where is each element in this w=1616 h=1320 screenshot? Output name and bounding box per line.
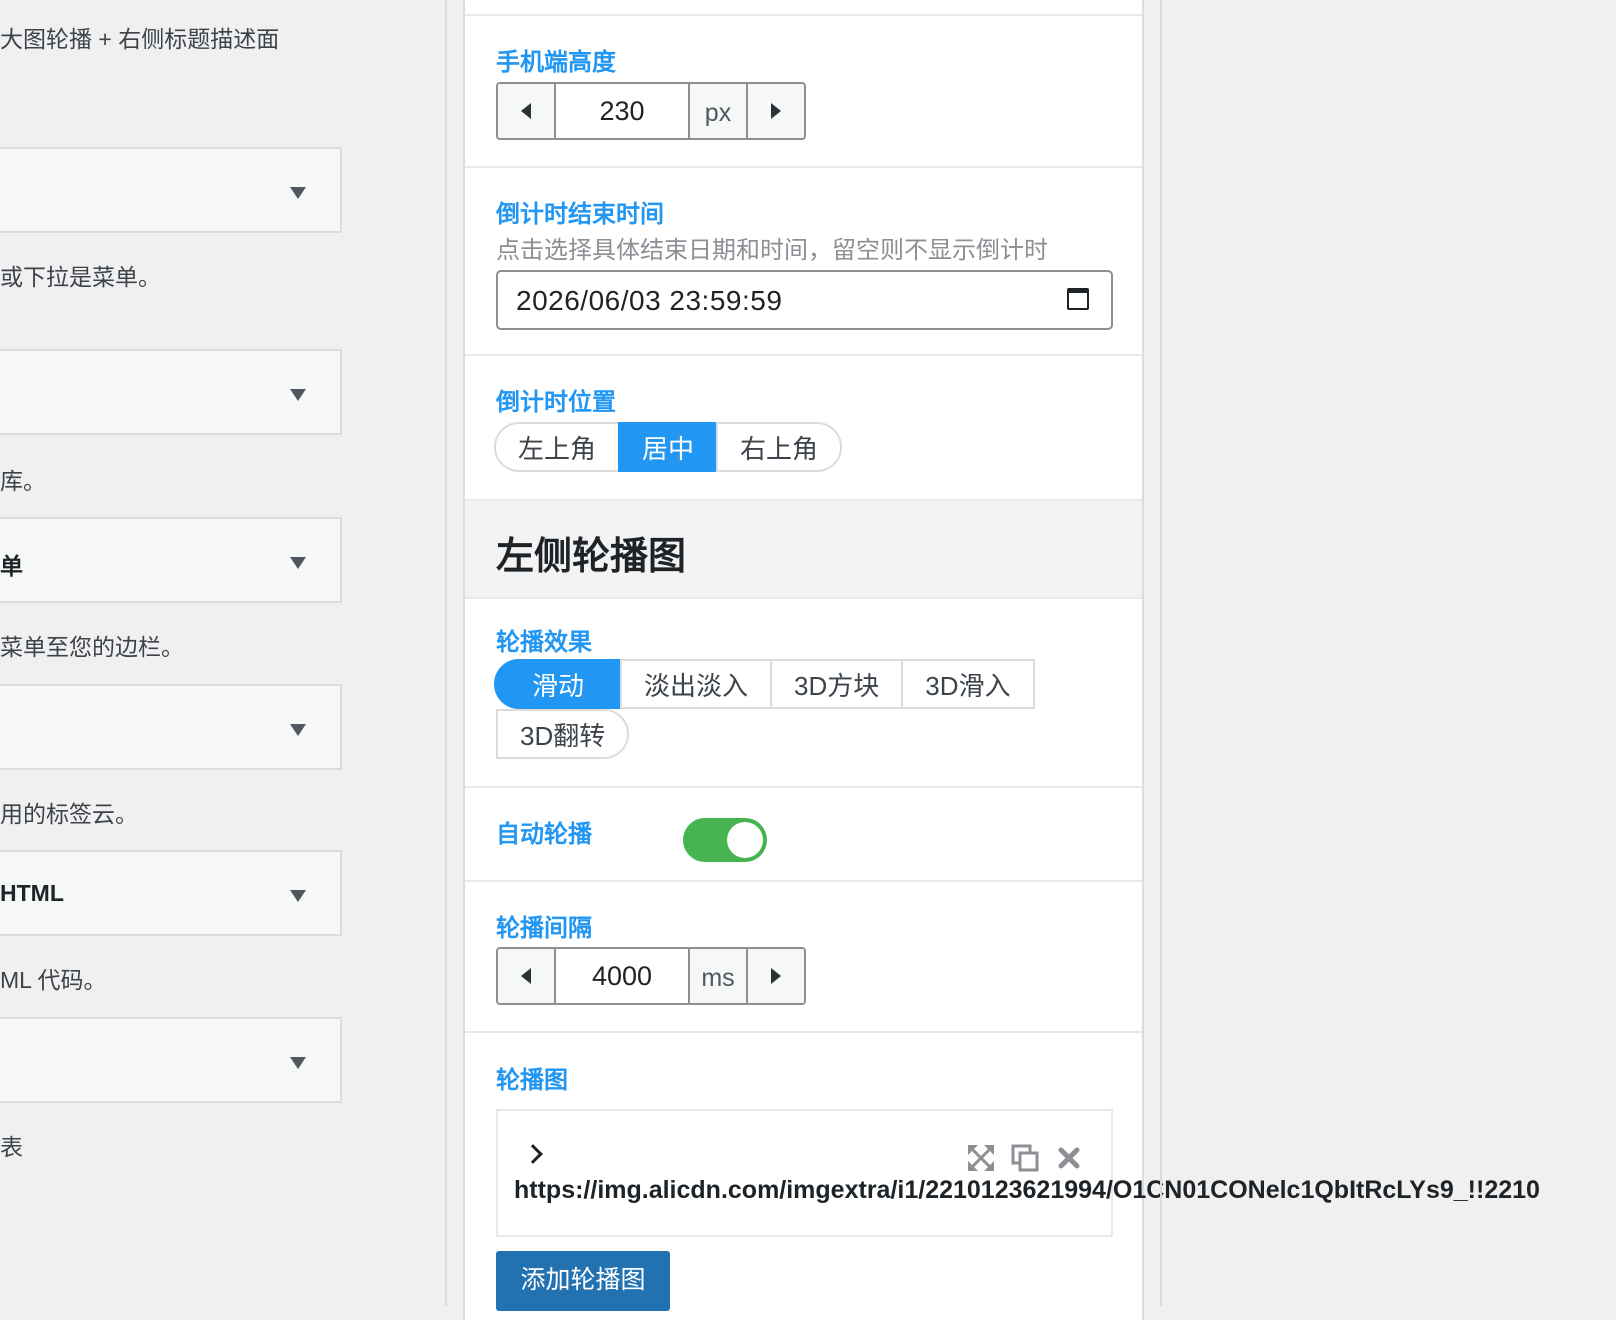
widget-description: ML 代码。 bbox=[0, 967, 107, 993]
divider bbox=[465, 786, 1142, 788]
interval-stepper: 4000 ms bbox=[496, 947, 806, 1005]
widget-item[interactable] bbox=[0, 349, 342, 435]
triangle-right-icon bbox=[771, 103, 781, 119]
position-option-top-left[interactable]: 左上角 bbox=[494, 422, 621, 472]
divider bbox=[465, 166, 1142, 168]
widgets-area: 大图轮播 + 右侧标题描述面 或下拉是菜单。 库。 单 菜单至您的边栏。 用的标… bbox=[0, 0, 445, 1306]
widget-item[interactable] bbox=[0, 1017, 342, 1103]
decrement-button[interactable] bbox=[498, 84, 556, 138]
triangle-right-icon bbox=[771, 968, 781, 984]
unit-label: px bbox=[688, 84, 746, 138]
effect-option-coverflow[interactable]: 3D滑入 bbox=[901, 659, 1035, 709]
effect-option-slide[interactable]: 滑动 bbox=[494, 659, 623, 709]
caret-down-icon[interactable] bbox=[290, 187, 306, 199]
chevron-right-icon[interactable] bbox=[523, 1144, 543, 1164]
divider bbox=[1160, 0, 1162, 1306]
toggle-knob bbox=[727, 822, 763, 858]
countdown-datetime-input[interactable]: 2026/06/03 23:59:59 bbox=[496, 270, 1113, 330]
caret-down-icon[interactable] bbox=[290, 724, 306, 736]
mobile-height-input[interactable]: 230 bbox=[556, 84, 688, 138]
decrement-button[interactable] bbox=[498, 949, 556, 1003]
effect-option-cube[interactable]: 3D方块 bbox=[770, 659, 904, 709]
widget-description: 大图轮播 + 右侧标题描述面 bbox=[0, 26, 280, 52]
divider bbox=[465, 14, 1142, 16]
effect-option-flip[interactable]: 3D翻转 bbox=[496, 709, 630, 759]
widget-item[interactable]: HTML bbox=[0, 850, 342, 936]
section-title: 左侧轮播图 bbox=[496, 536, 687, 578]
carousel-effect-group-row2: 3D翻转 bbox=[496, 709, 630, 759]
increment-button[interactable] bbox=[746, 949, 804, 1003]
effect-option-fade[interactable]: 淡出淡入 bbox=[620, 659, 773, 709]
settings-panel: 手机端高度 230 px 倒计时结束时间 点击选择具体结束日期和时间，留空则不显… bbox=[463, 0, 1144, 1320]
caret-down-icon[interactable] bbox=[290, 557, 306, 569]
section-header: 左侧轮播图 bbox=[465, 499, 1142, 599]
mobile-height-label: 手机端高度 bbox=[496, 49, 616, 76]
increment-button[interactable] bbox=[746, 84, 804, 138]
caret-down-icon[interactable] bbox=[290, 389, 306, 401]
widget-title: 单 bbox=[0, 553, 23, 579]
remove-icon[interactable] bbox=[1054, 1143, 1084, 1173]
widget-item[interactable] bbox=[0, 147, 342, 233]
interval-input[interactable]: 4000 bbox=[556, 949, 688, 1003]
preview-area bbox=[1162, 0, 1616, 1306]
datetime-value: 2026/06/03 23:59:59 bbox=[516, 285, 783, 316]
divider bbox=[465, 1031, 1142, 1033]
divider bbox=[445, 0, 447, 1306]
autoplay-toggle[interactable] bbox=[683, 818, 767, 862]
carousel-effect-label: 轮播效果 bbox=[496, 629, 592, 656]
widget-title: HTML bbox=[0, 880, 64, 906]
widget-description: 表 bbox=[0, 1134, 23, 1160]
countdown-end-label: 倒计时结束时间 bbox=[496, 201, 664, 228]
unit-label: ms bbox=[688, 949, 746, 1003]
divider bbox=[465, 354, 1142, 356]
interval-label: 轮播间隔 bbox=[496, 915, 592, 942]
carousel-image-url: https://img.alicdn.com/imgextra/i1/22101… bbox=[514, 1176, 1540, 1204]
copy-icon[interactable] bbox=[1010, 1143, 1040, 1173]
mobile-height-stepper: 230 px bbox=[496, 82, 806, 140]
carousel-effect-group: 滑动 淡出淡入 3D方块 3D滑入 bbox=[494, 659, 1035, 709]
add-carousel-image-button[interactable]: 添加轮播图 bbox=[496, 1251, 670, 1311]
carousel-images-label: 轮播图 bbox=[496, 1067, 568, 1094]
calendar-icon[interactable] bbox=[1067, 288, 1089, 310]
triangle-left-icon bbox=[521, 103, 531, 119]
divider bbox=[465, 880, 1142, 882]
expand-icon[interactable] bbox=[966, 1143, 996, 1173]
caret-down-icon[interactable] bbox=[290, 1057, 306, 1069]
countdown-position-group: 左上角 居中 右上角 bbox=[494, 422, 843, 472]
carousel-image-item bbox=[496, 1109, 1113, 1237]
autoplay-label: 自动轮播 bbox=[496, 821, 592, 848]
triangle-left-icon bbox=[521, 968, 531, 984]
position-option-center[interactable]: 居中 bbox=[618, 422, 719, 472]
widget-description: 用的标签云。 bbox=[0, 801, 138, 827]
widget-description: 库。 bbox=[0, 468, 46, 494]
widget-item[interactable]: 单 bbox=[0, 517, 342, 603]
widget-item[interactable] bbox=[0, 684, 342, 770]
caret-down-icon[interactable] bbox=[290, 890, 306, 902]
countdown-position-label: 倒计时位置 bbox=[496, 389, 616, 416]
countdown-end-hint: 点击选择具体结束日期和时间，留空则不显示倒计时 bbox=[496, 237, 1048, 264]
widget-description: 菜单至您的边栏。 bbox=[0, 634, 184, 660]
position-option-top-right[interactable]: 右上角 bbox=[716, 422, 843, 472]
widget-description: 或下拉是菜单。 bbox=[0, 264, 161, 290]
